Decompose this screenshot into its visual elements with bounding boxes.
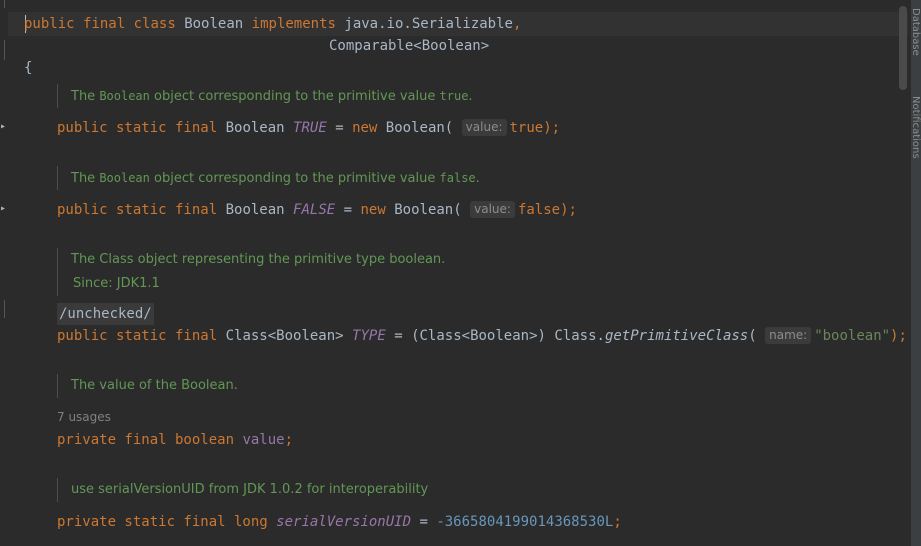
class-declaration-line[interactable]: public final class Boolean implements ja…	[24, 13, 521, 35]
doc-code: Boolean	[99, 89, 150, 103]
annotation[interactable]: /unchecked/	[57, 303, 154, 325]
gutter-line	[4, 40, 5, 60]
interface-name: Comparable<Boolean>	[329, 38, 490, 54]
argument: false	[517, 202, 561, 218]
true-field-line[interactable]: public static final Boolean TRUE = new B…	[57, 117, 560, 139]
value-field-line[interactable]: private final boolean value;	[57, 429, 293, 451]
type: Boolean	[225, 120, 285, 136]
constructor: Boolean(	[385, 120, 454, 136]
modifiers: public static final	[57, 328, 218, 344]
doc-text: The Class object representing the primit…	[71, 252, 446, 267]
doc-text: The	[71, 89, 100, 104]
vertical-scrollbar[interactable]	[899, 6, 907, 90]
doc-code: Boolean	[99, 171, 150, 185]
field-name: value	[242, 432, 285, 448]
doc-comment-true: The Boolean object corresponding to the …	[57, 84, 473, 108]
right-tool-strip: Database Notifications	[910, 0, 921, 546]
field-name: FALSE	[293, 202, 336, 218]
false-field-line[interactable]: public static final Boolean FALSE = new …	[57, 199, 577, 221]
editor-gutter[interactable]: ▸ ▸	[0, 0, 8, 546]
open-brace: {	[24, 60, 33, 76]
statement-end: ;	[284, 432, 294, 448]
operator: =	[335, 202, 361, 218]
operator: =	[411, 514, 437, 530]
method-call: getPrimitiveClass	[604, 328, 749, 344]
class-name: Boolean	[184, 16, 244, 32]
modifiers: private static final long	[57, 514, 268, 530]
doc-text: The value of the Boolean.	[71, 378, 238, 393]
modifiers: public static final	[57, 202, 218, 218]
bookmark-icon[interactable]: ▸	[0, 204, 6, 214]
comma: ,	[512, 16, 522, 32]
interface-line[interactable]: Comparable<Boolean>	[329, 35, 489, 57]
keyword: public	[24, 16, 75, 32]
brace-line[interactable]: {	[24, 57, 32, 79]
doc-comment-value: The value of the Boolean.	[57, 374, 238, 398]
gutter-line	[4, 300, 5, 318]
parameter-hint: value:	[470, 201, 515, 218]
interface-name: java.io.Serializable	[344, 16, 513, 32]
operator: =	[385, 328, 412, 344]
field-name: TRUE	[293, 120, 327, 136]
number-literal: -3665804199014368530L	[436, 514, 614, 530]
doc-comment-false: The Boolean object corresponding to the …	[57, 166, 480, 190]
doc-text: The	[71, 171, 100, 186]
statement-end: );	[560, 202, 577, 218]
constructor: Boolean(	[394, 202, 462, 218]
doc-comment-serial: use serialVersionUID from JDK 1.0.2 for …	[57, 478, 428, 502]
doc-since: Since: JDK1.1	[73, 276, 160, 291]
gutter-line	[4, 0, 5, 8]
statement-end: );	[890, 328, 907, 344]
usages-link[interactable]: 7 usages	[57, 410, 111, 424]
type: Class<Boolean>	[225, 328, 344, 344]
keyword: implements	[251, 16, 336, 32]
field-name: serialVersionUID	[276, 514, 412, 530]
parameter-hint: name:	[765, 327, 812, 344]
doc-comment-type: The Class object representing the primit…	[57, 248, 445, 296]
statement-end: );	[543, 120, 561, 136]
doc-code: true	[439, 89, 469, 103]
field-name: TYPE	[352, 328, 386, 344]
serial-field-line[interactable]: private static final long serialVersionU…	[57, 511, 622, 533]
doc-text: object corresponding to the primitive va…	[149, 89, 440, 104]
doc-code: false	[439, 171, 476, 185]
type-field-line[interactable]: public static final Class<Boolean> TYPE …	[57, 325, 907, 347]
operator: =	[326, 120, 353, 136]
modifiers: private final boolean	[57, 432, 235, 448]
argument: true	[509, 120, 544, 136]
notifications-tab[interactable]: Notifications	[910, 96, 921, 159]
keyword: new	[352, 120, 378, 136]
doc-text: use serialVersionUID from JDK 1.0.2 for …	[71, 482, 429, 497]
keyword: new	[360, 202, 386, 218]
parameter-hint: value:	[461, 119, 507, 136]
statement-end: ;	[613, 514, 622, 530]
doc-text: object corresponding to the primitive va…	[149, 171, 440, 186]
paren: (	[748, 328, 757, 344]
string-literal: "boolean"	[814, 328, 891, 344]
keyword: class	[133, 16, 176, 32]
bookmark-icon[interactable]: ▸	[0, 122, 6, 132]
database-tab[interactable]: Database	[910, 8, 921, 56]
doc-text: .	[475, 171, 480, 186]
doc-text: .	[468, 89, 473, 104]
keyword: final	[83, 16, 126, 32]
modifiers: public static final	[57, 120, 218, 136]
type: Boolean	[225, 202, 285, 218]
cast-expression: (Class<Boolean>) Class.	[411, 328, 605, 344]
